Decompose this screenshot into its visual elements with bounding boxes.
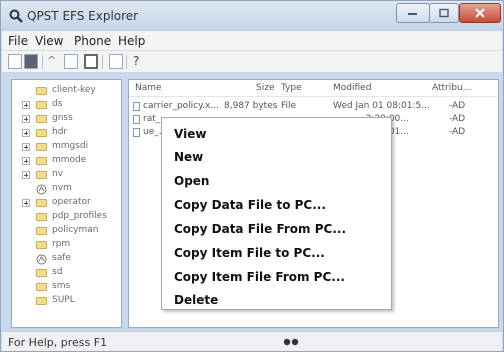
file-attributes: -AD bbox=[449, 127, 466, 137]
file-size: 8,987 bytes bbox=[224, 101, 278, 111]
tree-item-label: hdr bbox=[52, 127, 68, 137]
file-attributes: -AD bbox=[449, 114, 466, 124]
copy-icon[interactable] bbox=[64, 54, 78, 69]
minimize-button[interactable] bbox=[396, 3, 430, 23]
tree-item-label: ds bbox=[52, 99, 63, 109]
file-list-header: Name Size Type Modified Attribu... bbox=[129, 80, 498, 97]
context-menu-new[interactable]: New bbox=[174, 150, 203, 164]
column-header-attributes[interactable]: Attribu... bbox=[432, 83, 471, 93]
tree-item-label: operator bbox=[52, 197, 91, 207]
context-menu: View New Open Copy Data File to PC... Co… bbox=[161, 117, 392, 310]
status-text: For Help, press F1 bbox=[8, 336, 108, 349]
menu-view[interactable]: View bbox=[35, 34, 63, 48]
expand-icon[interactable] bbox=[22, 157, 30, 165]
folder-icon bbox=[36, 199, 47, 207]
column-header-name[interactable]: Name bbox=[135, 83, 162, 93]
status-bar: For Help, press F1 bbox=[2, 331, 502, 351]
title-bar[interactable]: QPST EFS Explorer bbox=[1, 1, 503, 31]
folder-icon bbox=[36, 227, 47, 235]
tree-item-label: pdp_profiles bbox=[52, 211, 107, 221]
file-icon bbox=[133, 128, 140, 137]
file-type: File bbox=[281, 101, 297, 111]
folder-icon bbox=[36, 241, 47, 249]
expand-icon[interactable] bbox=[22, 101, 30, 109]
folder-icon bbox=[36, 101, 47, 109]
tree-item-label: policyman bbox=[52, 225, 99, 235]
tree-item-label: mmode bbox=[52, 155, 87, 165]
toolbar-separator bbox=[102, 55, 103, 69]
list-view-icon[interactable] bbox=[109, 54, 123, 69]
folder-icon bbox=[36, 171, 47, 179]
expand-icon[interactable] bbox=[22, 143, 30, 151]
context-menu-copy-data-file-from-pc[interactable]: Copy Data File From PC... bbox=[174, 222, 346, 236]
menu-help[interactable]: Help bbox=[118, 34, 145, 48]
tree-item-label: gnss bbox=[52, 113, 73, 123]
toolbar: ^ ? bbox=[2, 51, 502, 73]
magnifier-icon bbox=[9, 9, 23, 23]
save-icon[interactable] bbox=[8, 54, 22, 69]
file-row[interactable]: carrier_policy.x... 8,987 bytes File Wed… bbox=[129, 101, 498, 113]
minimize-icon bbox=[408, 13, 417, 15]
tree-item-label: rpm bbox=[52, 239, 71, 249]
toolbar-separator bbox=[42, 55, 43, 69]
expand-icon[interactable] bbox=[22, 199, 30, 207]
tree-item-label: safe bbox=[52, 253, 71, 263]
folder-icon bbox=[36, 157, 47, 165]
folder-icon bbox=[36, 115, 47, 123]
maximize-button[interactable] bbox=[429, 3, 459, 23]
context-menu-view[interactable]: View bbox=[174, 127, 206, 141]
context-menu-delete[interactable]: Delete bbox=[174, 293, 218, 307]
tree-item-label: sd bbox=[52, 267, 63, 277]
context-menu-copy-item-file-to-pc[interactable]: Copy Item File to PC... bbox=[174, 246, 325, 260]
window-title: QPST EFS Explorer bbox=[27, 9, 139, 23]
nvm-special-icon bbox=[36, 184, 47, 195]
menu-bar: File View Phone Help bbox=[2, 31, 502, 51]
file-attributes: -AD bbox=[449, 101, 466, 111]
file-icon bbox=[133, 102, 140, 111]
phone-icon[interactable] bbox=[24, 54, 38, 69]
context-menu-copy-item-file-from-pc[interactable]: Copy Item File From PC... bbox=[174, 270, 345, 284]
context-menu-copy-data-file-to-pc[interactable]: Copy Data File to PC... bbox=[174, 198, 326, 212]
folder-icon bbox=[36, 87, 47, 95]
folder-icon bbox=[36, 129, 47, 137]
menu-file[interactable]: File bbox=[8, 34, 28, 48]
tree-item-label: sms bbox=[52, 281, 71, 291]
connection-icon bbox=[283, 338, 299, 346]
expand-icon[interactable] bbox=[22, 129, 30, 137]
help-icon[interactable]: ? bbox=[133, 54, 139, 68]
tree-item-label: SUPL bbox=[52, 295, 75, 305]
folder-icon bbox=[36, 283, 47, 291]
folder-icon bbox=[36, 213, 47, 221]
tree-item-label: client-key bbox=[52, 85, 96, 95]
directory-tree[interactable]: client-key ds gnss hdr mmgsdi mmode nv n… bbox=[11, 79, 122, 328]
column-header-modified[interactable]: Modified bbox=[333, 83, 371, 93]
folder-icon bbox=[36, 143, 47, 151]
file-modified: Wed Jan 01 08:01:5... bbox=[333, 101, 430, 111]
tree-item-label: mmgsdi bbox=[52, 141, 89, 151]
folder-icon bbox=[36, 297, 47, 305]
safe-special-icon bbox=[36, 254, 47, 265]
file-name: carrier_policy.x... bbox=[143, 101, 219, 111]
app-window: QPST EFS Explorer File View Phone Help ^… bbox=[0, 0, 504, 352]
file-icon bbox=[133, 115, 140, 124]
close-button[interactable] bbox=[459, 3, 501, 23]
tree-item-label: nv bbox=[52, 169, 64, 179]
expand-icon[interactable] bbox=[22, 171, 30, 179]
close-icon bbox=[475, 8, 485, 18]
column-header-type[interactable]: Type bbox=[281, 83, 302, 93]
folder-icon bbox=[36, 269, 47, 277]
up-folder-icon[interactable]: ^ bbox=[47, 54, 61, 69]
tree-item-label: nvm bbox=[52, 183, 72, 193]
toolbar-separator bbox=[126, 55, 127, 69]
column-header-size[interactable]: Size bbox=[256, 83, 274, 93]
maximize-icon bbox=[439, 8, 449, 18]
menu-phone[interactable]: Phone bbox=[74, 34, 111, 48]
expand-icon[interactable] bbox=[22, 115, 30, 123]
context-menu-open[interactable]: Open bbox=[174, 174, 209, 188]
paste-icon[interactable] bbox=[84, 54, 98, 69]
